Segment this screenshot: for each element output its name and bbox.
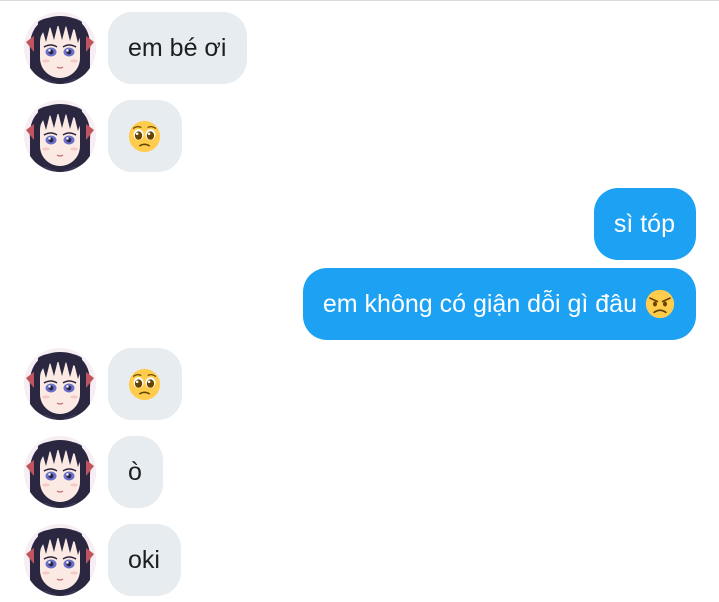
- message-text: sì tóp: [613, 209, 675, 238]
- message-row: [0, 100, 719, 172]
- outgoing-message-bubble[interactable]: sì tóp: [593, 188, 696, 260]
- anime-girl-avatar-icon: [24, 524, 96, 596]
- message-row: ò: [0, 436, 719, 508]
- message-row: [0, 348, 719, 420]
- anime-girl-avatar-icon: [24, 436, 96, 508]
- avatar[interactable]: [24, 348, 96, 420]
- avatar[interactable]: [24, 524, 96, 596]
- outgoing-message-bubble[interactable]: em không có giận dỗi gì đâu: [302, 268, 696, 340]
- anime-girl-avatar-icon: [24, 100, 96, 172]
- anime-girl-avatar-icon: [24, 348, 96, 420]
- message-text: oki: [128, 545, 160, 574]
- avatar[interactable]: [24, 12, 96, 84]
- message-row: em không có giận dỗi gì đâu: [0, 268, 719, 340]
- pleading-face-emoji-icon: [128, 368, 161, 401]
- pleading-face-emoji-icon: [128, 120, 161, 153]
- message-row: sì tóp: [0, 188, 719, 260]
- chat-thread[interactable]: em bé ơi sì tóp em không có giận dỗi gì …: [0, 0, 719, 602]
- message-text: ò: [128, 457, 142, 486]
- incoming-message-bubble[interactable]: ò: [108, 436, 163, 508]
- incoming-message-bubble[interactable]: oki: [108, 524, 181, 596]
- incoming-message-bubble[interactable]: [108, 100, 182, 172]
- message-row: oki: [0, 524, 719, 596]
- incoming-message-bubble[interactable]: em bé ơi: [108, 12, 248, 84]
- angry-face-emoji-icon: [645, 289, 675, 319]
- message-text: em không có giận dỗi gì đâu: [322, 289, 637, 318]
- incoming-message-bubble[interactable]: [108, 348, 182, 420]
- anime-girl-avatar-icon: [24, 12, 96, 84]
- avatar[interactable]: [24, 436, 96, 508]
- message-text: em bé ơi: [128, 33, 227, 62]
- message-row: em bé ơi: [0, 12, 719, 84]
- avatar[interactable]: [24, 100, 96, 172]
